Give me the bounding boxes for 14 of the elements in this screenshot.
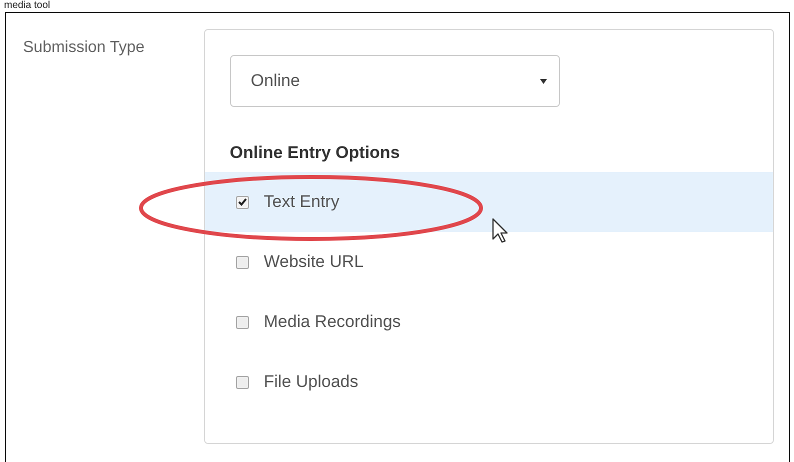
mouse-pointer-icon xyxy=(492,218,508,244)
option-label: File Uploads xyxy=(264,372,358,392)
checkbox[interactable] xyxy=(236,376,249,388)
caret-icon xyxy=(540,78,547,84)
caption-text: media tool xyxy=(3,0,52,12)
checkbox[interactable] xyxy=(236,196,249,208)
option-label: Website URL xyxy=(264,252,364,272)
checkbox[interactable] xyxy=(236,316,249,328)
checkbox[interactable] xyxy=(236,256,249,268)
option-label: Text Entry xyxy=(264,192,340,212)
submission-type-dropdown[interactable]: Online xyxy=(230,55,560,107)
option-label: Media Recordings xyxy=(264,312,401,332)
field-label: Submission Type xyxy=(23,38,146,58)
section-heading: Online Entry Options xyxy=(230,143,400,164)
